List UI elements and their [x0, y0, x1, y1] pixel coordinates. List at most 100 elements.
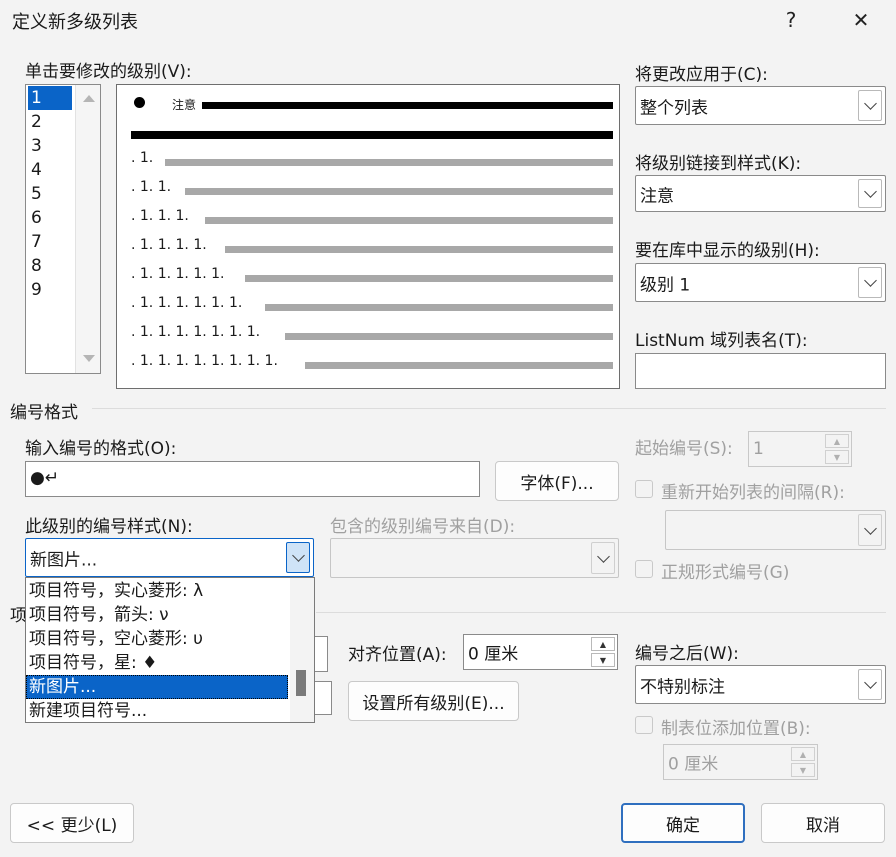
link-style-value: 注意 — [640, 186, 674, 206]
link-style-select[interactable]: 注意 — [635, 175, 886, 212]
gallery-level-select[interactable]: 级别 1 — [635, 263, 886, 302]
apply-to-select[interactable]: 整个列表 — [635, 86, 886, 125]
gallery-level-label: 要在库中显示的级别(H): — [635, 241, 820, 261]
font-button[interactable]: 字体(F)... — [495, 461, 619, 501]
preview-line-6 — [245, 275, 613, 282]
chevron-down-icon[interactable] — [858, 267, 882, 298]
apply-to-value: 整个列表 — [640, 98, 708, 118]
chevron-down-icon[interactable] — [858, 514, 882, 546]
align-at-value: 0 厘米 — [468, 644, 519, 665]
gallery-level-value: 级别 1 — [640, 275, 691, 295]
preview-level1-label: 注意 — [172, 98, 197, 112]
preview-row-8: . 1. 1. 1. 1. 1. 1. 1. — [131, 324, 261, 340]
preview-level1-line — [202, 102, 613, 109]
include-level-label: 包含的级别编号来自(D): — [330, 517, 516, 537]
less-button[interactable]: << 更少(L) — [10, 803, 134, 843]
link-style-label: 将级别链接到样式(K): — [635, 154, 802, 174]
dropdown-scrollbar[interactable] — [290, 578, 314, 722]
number-style-select[interactable]: 新图片... — [25, 538, 314, 577]
level-scrollbar[interactable] — [75, 85, 100, 373]
restart-label: 重新开始列表的间隔(R): — [661, 483, 845, 503]
spin-up-icon[interactable]: ▲ — [825, 434, 849, 448]
levels-label: 单击要修改的级别(V): — [25, 62, 192, 82]
chevron-down-icon[interactable] — [591, 542, 615, 574]
follow-number-select[interactable]: 不特别标注 — [635, 665, 886, 704]
spin-up-icon[interactable]: ▲ — [791, 747, 815, 761]
restart-checkbox[interactable] — [635, 480, 653, 498]
chevron-down-icon[interactable] — [858, 179, 882, 208]
dropdown-item-selected[interactable]: 新图片... — [26, 675, 288, 699]
tab-stop-label: 制表位添加位置(B): — [661, 719, 811, 739]
dropdown-item[interactable]: 项目符号，星: ♦ — [26, 651, 288, 675]
cancel-button[interactable]: 取消 — [761, 803, 885, 843]
follow-number-value: 不特别标注 — [640, 677, 725, 697]
format-label: 输入编号的格式(O): — [25, 439, 177, 459]
dialog-title: 定义新多级列表 — [12, 12, 138, 33]
tab-stop-checkbox[interactable] — [635, 716, 653, 734]
number-style-dropdown[interactable]: 项目符号，实心菱形: λ 项目符号，箭头: ν 项目符号，空心菱形: υ 项目符… — [25, 577, 315, 723]
spin-up-icon[interactable]: ▲ — [591, 637, 615, 651]
level-item-2[interactable]: 2 — [28, 110, 72, 134]
restart-select[interactable] — [665, 510, 886, 550]
number-style-label: 此级别的编号样式(N): — [25, 517, 193, 537]
level-item-8[interactable]: 8 — [28, 254, 72, 278]
format-value: ●↵ — [30, 468, 60, 488]
preview-line-4 — [205, 217, 613, 224]
follow-number-label: 编号之后(W): — [635, 644, 739, 664]
chevron-down-icon[interactable] — [858, 669, 882, 700]
dropdown-item[interactable]: 项目符号，空心菱形: υ — [26, 627, 288, 651]
chevron-down-icon[interactable] — [286, 542, 310, 573]
preview-row-2: . 1. — [131, 150, 154, 166]
help-button[interactable]: ? — [768, 0, 814, 40]
format-input[interactable]: ●↵ — [25, 461, 480, 497]
preview-line-5 — [225, 246, 613, 253]
preview-line-2 — [165, 159, 613, 166]
legal-label: 正规形式编号(G) — [661, 563, 790, 583]
preview-row-5: . 1. 1. 1. 1. — [131, 237, 207, 253]
listnum-input[interactable] — [635, 353, 886, 389]
preview-row-4: . 1. 1. 1. — [131, 208, 189, 224]
align-at-label: 对齐位置(A): — [348, 645, 447, 665]
bullet-icon — [134, 97, 145, 108]
preview-row-3: . 1. 1. — [131, 179, 172, 195]
spin-down-icon[interactable]: ▼ — [591, 653, 615, 667]
preview-line-8 — [285, 333, 613, 340]
close-icon: ✕ — [852, 8, 870, 32]
level-item-3[interactable]: 3 — [28, 134, 72, 158]
align-at-spinner[interactable]: 0 厘米 ▲ ▼ — [463, 634, 618, 670]
start-at-value: 1 — [753, 439, 764, 459]
listnum-label: ListNum 域列表名(T): — [635, 331, 808, 351]
chevron-down-icon[interactable] — [858, 90, 882, 121]
set-all-levels-button[interactable]: 设置所有级别(E)... — [348, 681, 519, 721]
dropdown-item[interactable]: 项目符号，实心菱形: λ — [26, 579, 288, 603]
level-item-4[interactable]: 4 — [28, 158, 72, 182]
spin-down-icon[interactable]: ▼ — [825, 450, 849, 464]
tab-stop-spinner[interactable]: 0 厘米 ▲ ▼ — [663, 744, 818, 780]
apply-to-label: 将更改应用于(C): — [635, 65, 768, 85]
preview-line-7 — [265, 304, 613, 311]
legal-checkbox[interactable] — [635, 560, 653, 578]
level-item-9[interactable]: 9 — [28, 278, 72, 302]
dropdown-scroll-thumb[interactable] — [296, 670, 306, 696]
start-at-spinner[interactable]: 1 ▲ ▼ — [748, 431, 852, 467]
include-level-select[interactable] — [330, 538, 619, 578]
level-item-6[interactable]: 6 — [28, 206, 72, 230]
scroll-up-icon[interactable] — [83, 95, 95, 102]
preview-line-3 — [185, 188, 613, 195]
level-listbox[interactable]: 1 2 3 4 5 6 7 8 9 — [25, 84, 101, 374]
start-at-label: 起始编号(S): — [635, 439, 733, 459]
close-button[interactable]: ✕ — [838, 0, 884, 40]
level-item-5[interactable]: 5 — [28, 182, 72, 206]
level-item-1[interactable]: 1 — [28, 86, 72, 110]
scroll-down-icon[interactable] — [83, 355, 95, 362]
ok-button[interactable]: 确定 — [621, 803, 745, 843]
preview-row-6: . 1. 1. 1. 1. 1. — [131, 266, 225, 282]
preview-row-7: . 1. 1. 1. 1. 1. 1. — [131, 295, 243, 311]
preview-level1-line2 — [131, 131, 613, 139]
dropdown-item[interactable]: 新建项目符号... — [26, 699, 288, 723]
number-format-title: 编号格式 — [10, 403, 78, 423]
spin-down-icon[interactable]: ▼ — [791, 763, 815, 777]
preview-pane: 注意 . 1. . 1. 1. . 1. 1. 1. . 1. 1. 1. 1.… — [116, 84, 620, 389]
level-item-7[interactable]: 7 — [28, 230, 72, 254]
dropdown-item[interactable]: 项目符号，箭头: ν — [26, 603, 288, 627]
